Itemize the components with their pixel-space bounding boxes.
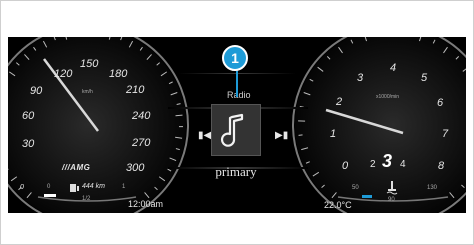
speed-tick-60: 60	[22, 110, 35, 122]
fuel-full-label: 1	[122, 184, 126, 190]
rpm-tick-8: 8	[438, 160, 445, 172]
temp-mid-label: 90	[388, 197, 395, 203]
fuel-level-bar	[44, 194, 56, 197]
temp-high-label: 130	[427, 185, 438, 191]
gear-prev: 2	[370, 159, 376, 170]
rpm-tick-6: 6	[437, 97, 444, 109]
skip-next-icon[interactable]: ▶▮	[275, 130, 288, 141]
outside-temperature: 22.0°C	[324, 200, 352, 210]
speed-tick-90: 90	[30, 85, 43, 97]
gear-next: 4	[400, 159, 406, 170]
speed-tick-180: 180	[109, 68, 128, 80]
amg-logo: ///AMG	[62, 163, 91, 172]
speed-tick-150: 150	[80, 58, 99, 70]
music-note-icon	[220, 113, 244, 147]
callout-pointer-line	[236, 71, 238, 97]
fuel-half-label: 1/2	[82, 196, 91, 202]
speed-tick-120: 120	[54, 68, 73, 80]
rpm-unit: x1000/min	[376, 94, 400, 100]
media-source-label: Radio	[227, 90, 251, 100]
rpm-tick-4: 4	[390, 62, 397, 74]
rpm-tick-5: 5	[421, 72, 428, 84]
speed-tick-270: 270	[132, 137, 151, 149]
rpm-tick-0: 0	[342, 160, 349, 172]
gear-current: 3	[382, 151, 393, 171]
speed-tick-30: 30	[22, 138, 35, 150]
rpm-tick-1: 1	[330, 128, 337, 140]
clock: 12:00am	[128, 199, 164, 209]
speed-tick-300: 300	[126, 162, 145, 174]
station-name: primary	[215, 164, 257, 179]
speed-tick-240: 240	[132, 110, 151, 122]
callout-badge: 1	[222, 45, 248, 71]
rpm-tick-2: 2	[336, 96, 343, 108]
fuel-empty-label: 0	[47, 184, 51, 190]
skip-previous-icon[interactable]: ▮◀	[198, 130, 211, 141]
fuel-range: 444 km	[82, 183, 105, 190]
speed-tick-210: 210	[126, 84, 145, 96]
speed-tick-0: 0	[20, 184, 24, 191]
media-artwork-tile[interactable]	[211, 104, 261, 156]
rpm-tick-3: 3	[357, 72, 364, 84]
temp-low-label: 50	[352, 185, 359, 191]
speed-unit: km/h	[82, 89, 93, 95]
temp-level-bar	[362, 195, 372, 198]
rpm-tick-7: 7	[442, 128, 449, 140]
